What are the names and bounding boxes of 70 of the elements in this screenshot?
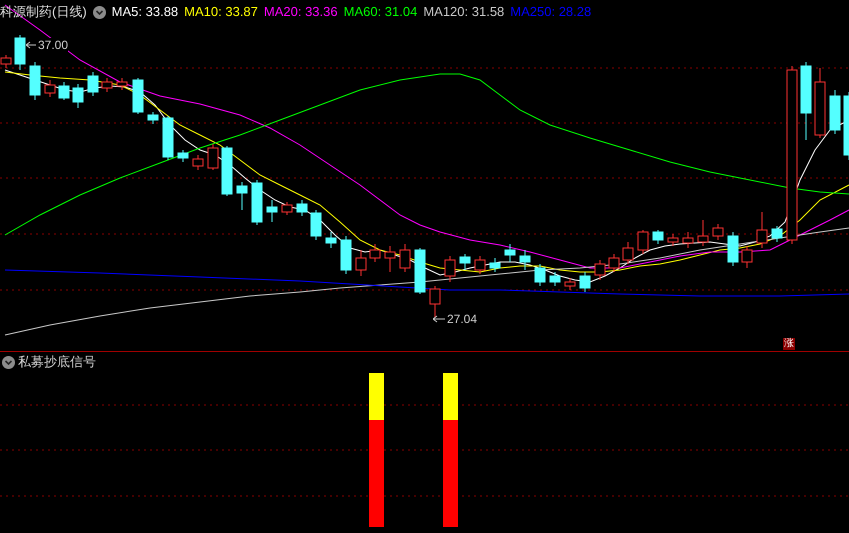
candlestick: [340, 236, 352, 274]
candlestick: [236, 182, 248, 210]
candlestick: [148, 112, 158, 124]
candlestick: [608, 254, 620, 272]
moving-average-legend: MA10: 33.87: [184, 3, 258, 21]
candlestick: [208, 144, 218, 170]
chart-title: 科源制药(日线): [0, 3, 87, 21]
candlestick: [326, 232, 336, 248]
candlestick: [520, 250, 530, 270]
candlestick: [162, 116, 174, 160]
candlestick: [550, 272, 560, 286]
candlestick: [444, 256, 456, 282]
candlestick: [844, 92, 849, 160]
indicator-title: 私募抄底信号: [18, 354, 96, 370]
candlestick: [742, 246, 752, 268]
candlestick: [490, 258, 500, 272]
candlestick: [430, 286, 440, 318]
candlestick: [772, 226, 782, 242]
candlestick: [132, 78, 144, 114]
candlestick: [356, 250, 366, 276]
candlestick: [682, 232, 694, 248]
candlestick: [192, 154, 204, 170]
high-price-label: 37.00: [38, 38, 68, 52]
candlestick: [58, 82, 70, 100]
candlestick: [44, 80, 56, 98]
candlestick: [414, 248, 426, 294]
candlestick: [222, 146, 232, 196]
candlestick: [252, 180, 262, 226]
candlestick: [564, 278, 576, 290]
candlestick: [830, 90, 840, 134]
candlestick: [14, 34, 26, 70]
candlestick: [282, 202, 292, 216]
collapse-icon[interactable]: [92, 6, 106, 18]
arrow-icon: [433, 315, 445, 323]
candlestick: [712, 224, 724, 240]
candlestick: [638, 230, 648, 254]
moving-average-legend: MA120: 31.58: [423, 3, 504, 21]
candlestick: [814, 68, 826, 138]
candlestick: [668, 234, 678, 246]
candlestick: [652, 230, 664, 244]
candlestick: [594, 260, 606, 280]
candlestick: [728, 232, 738, 266]
candlestick: [474, 256, 486, 274]
collapse-icon[interactable]: [2, 356, 15, 368]
candlestick: [370, 244, 380, 262]
candlestick: [178, 150, 188, 162]
arrow-icon: [26, 41, 36, 49]
candlestick: [296, 200, 308, 216]
candlestick: [30, 62, 40, 100]
candlestick: [384, 246, 396, 272]
candlestick: [266, 200, 278, 222]
candlestick: [310, 210, 322, 240]
candlestick: [400, 244, 410, 272]
candlestick: [756, 212, 768, 248]
candlestick: [534, 264, 546, 286]
candlestick: [116, 78, 128, 90]
candlestick: [102, 78, 112, 92]
moving-average-legend: MA60: 31.04: [344, 3, 418, 21]
moving-average-legend: MA5: 33.88: [112, 3, 178, 21]
rise-badge: 涨: [783, 338, 795, 350]
moving-average-legend: MA250: 28.28: [510, 3, 592, 21]
candlestick: [72, 84, 84, 108]
moving-average-legend: MA20: 33.36: [264, 3, 338, 21]
candlestick: [460, 254, 470, 270]
low-price-label: 27.04: [447, 312, 478, 326]
candlestick: [622, 242, 634, 264]
candlestick: [580, 272, 590, 292]
candlestick: [504, 244, 516, 262]
candlestick: [698, 220, 708, 246]
candlestick: [88, 72, 98, 96]
